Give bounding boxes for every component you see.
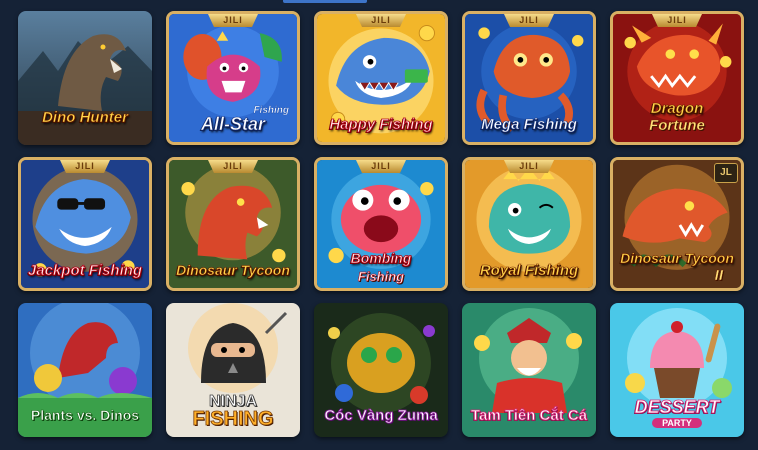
game-title: Dino Hunter (42, 109, 128, 126)
game-tile-dinosaur-tycoon-2[interactable]: JL Dinosaur Tycoon II (610, 157, 744, 291)
game-title: Dinosaur Tycoon (620, 250, 734, 266)
game-subtitle: Fishing (357, 269, 405, 285)
game-title: NINJA (208, 393, 258, 410)
game-title: Happy Fishing (329, 116, 433, 133)
game-tile-tam-tien-cat-ca[interactable]: Tam Tiên Cắt Cá (462, 303, 596, 437)
game-tile-dinosaur-tycoon[interactable]: JILI Dinosaur Tycoon (166, 157, 300, 291)
game-title: Royal Fishing (479, 262, 579, 279)
game-subtitle: PARTY (652, 418, 702, 428)
game-tile-royal-fishing[interactable]: JILI Royal Fishing (462, 157, 596, 291)
provider-tab: JILI (60, 160, 110, 173)
game-title: Plants vs. Dinos (30, 407, 140, 423)
game-tile-jackpot-fishing[interactable]: JILI Jackpot Fishing (18, 157, 152, 291)
game-title: Bombing (350, 250, 412, 266)
game-title: DESSERT (634, 397, 720, 417)
game-tile-coc-vang-zuma[interactable]: Cóc Vàng Zuma (314, 303, 448, 437)
game-tile-plants-vs-dinos[interactable]: Plants vs. Dinos (18, 303, 152, 437)
game-title: Mega Fishing (481, 116, 577, 133)
provider-badge: JL (714, 163, 738, 183)
game-tile-mega-fishing[interactable]: JILI Mega Fishing (462, 11, 596, 145)
game-title: Dinosaur Tycoon (176, 262, 290, 278)
game-subtitle: Fortune (649, 117, 705, 134)
game-title: All-Star (200, 114, 266, 134)
game-title: Jackpot Fishing (27, 262, 143, 279)
game-tile-dino-hunter[interactable]: Dino Hunter (18, 11, 152, 145)
provider-tab: JILI (504, 160, 554, 173)
game-tile-dessert-party[interactable]: DESSERT PARTY (610, 303, 744, 437)
provider-tab: JILI (652, 14, 702, 27)
game-subtitle: II (714, 267, 723, 284)
provider-tab: JILI (208, 14, 258, 27)
game-title: Tam Tiên Cắt Cá (470, 407, 588, 424)
game-title: Dragon (650, 100, 704, 117)
provider-tab: JILI (356, 160, 406, 173)
provider-tab: JILI (356, 14, 406, 27)
game-title: Cóc Vàng Zuma (324, 407, 438, 424)
game-tile-dragon-fortune[interactable]: JILI Dragon Fortune (610, 11, 744, 145)
game-tile-bombing-fishing[interactable]: JILI Bombing Fishing (314, 157, 448, 291)
game-tile-all-star-fishing[interactable]: JILI Fishing All-Star (166, 11, 300, 145)
provider-tab: JILI (504, 14, 554, 27)
game-tile-ninja-fishing[interactable]: NINJA FISHING (166, 303, 300, 437)
game-subtitle: FISHING (192, 408, 274, 431)
active-tab-indicator (283, 0, 367, 3)
game-grid: Dino Hunter JILI Fishing All-Star JILI H… (18, 11, 744, 437)
game-tile-happy-fishing[interactable]: JILI Happy Fishing (314, 11, 448, 145)
provider-tab: JILI (208, 160, 258, 173)
